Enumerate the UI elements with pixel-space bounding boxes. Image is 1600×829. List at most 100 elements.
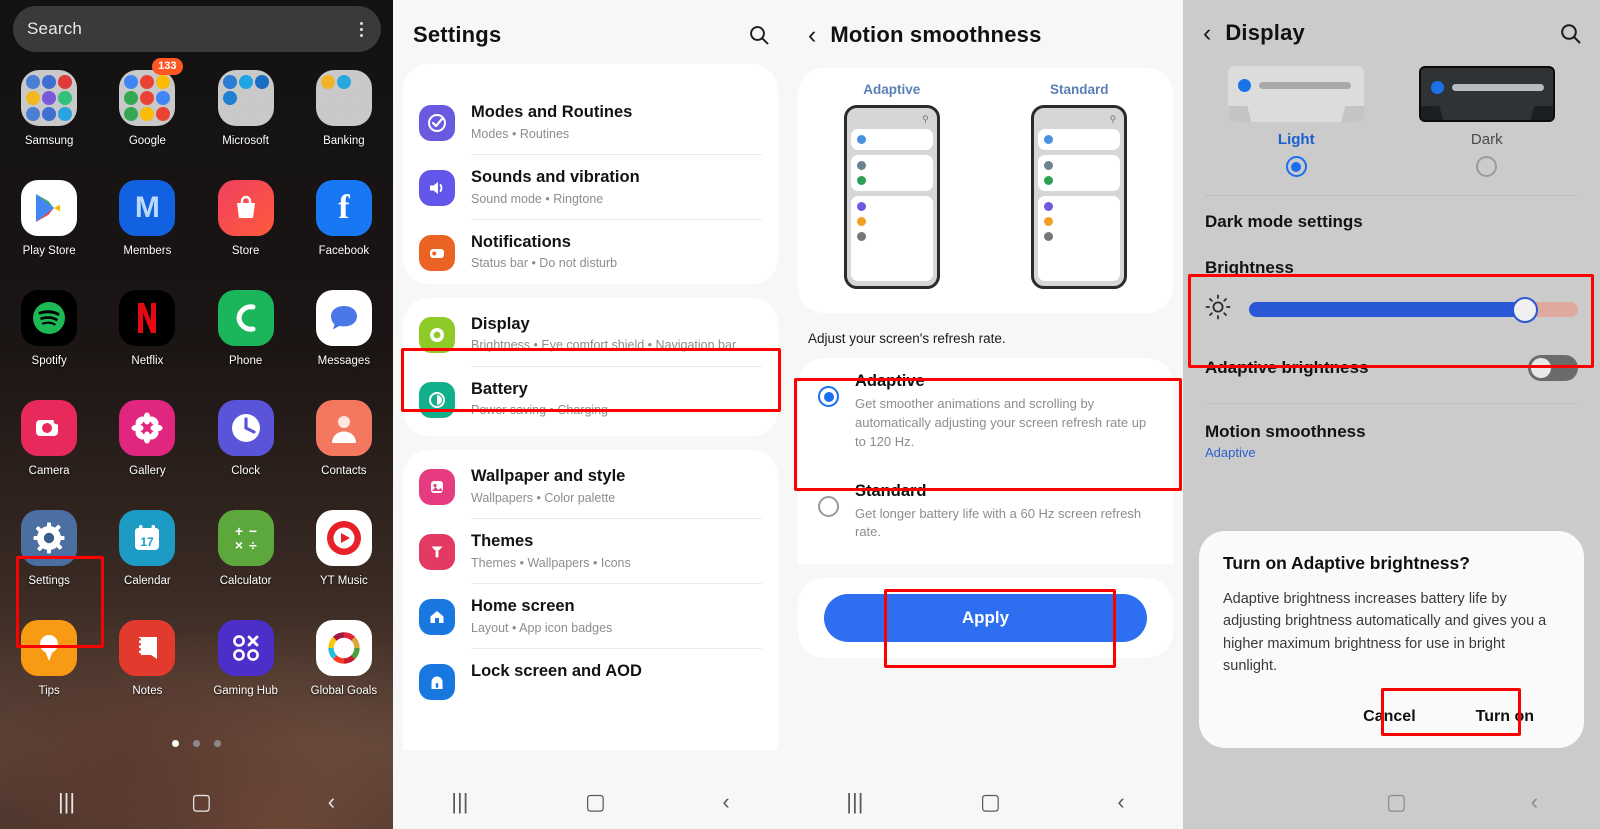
app-label: Calendar [124,575,171,587]
theme-mode-dark[interactable]: Dark [1392,66,1583,177]
page-dot[interactable] [214,740,221,747]
back-button[interactable]: ‹ [722,791,729,813]
option-adaptive[interactable]: Adaptive Get smoother animations and scr… [798,358,1173,468]
global-goals-icon [315,620,372,676]
app-gallery[interactable]: Gallery [98,392,196,502]
settings-item-battery[interactable]: Battery Power saving • Charging [403,367,778,437]
search-icon[interactable] [748,24,770,46]
app-label: Google [128,135,166,147]
app-calculator[interactable]: + − × ÷ Calculator [197,502,295,612]
option-standard[interactable]: Standard Get longer battery life with a … [798,467,1173,565]
settings-item-home-screen[interactable]: Home screen Layout • App icon badges [403,584,778,648]
galaxy-store-icon [217,180,274,236]
app-tips[interactable]: Tips [0,612,98,722]
page-title: Display [1225,20,1305,45]
home-button[interactable]: ▢ [1386,789,1407,815]
app-clock[interactable]: Clock [197,392,295,502]
app-yt-music[interactable]: YT Music [295,502,393,612]
settings-item-title: Battery [471,379,528,398]
app-folder-banking[interactable]: Banking [295,62,393,172]
app-facebook[interactable]: f Facebook [295,172,393,282]
settings-item-notifications[interactable]: Notifications Status bar • Do not distur… [403,220,778,284]
settings-item-themes[interactable]: Themes Themes • Wallpapers • Icons [403,519,778,583]
settings-item-wallpaper-style[interactable]: Wallpaper and style Wallpapers • Color p… [403,450,778,518]
back-chevron-icon[interactable]: ‹ [808,22,816,48]
app-phone[interactable]: Phone [197,282,295,392]
kebab-menu-icon[interactable] [356,18,367,41]
dialog-title: Turn on Adaptive brightness? [1223,553,1470,573]
home-button[interactable]: ▢ [585,791,606,813]
brightness-thumb[interactable] [1512,296,1539,323]
app-global-goals[interactable]: Global Goals [295,612,393,722]
calculator-icon: + − × ÷ [217,510,274,566]
turn-on-button[interactable]: Turn on [1450,696,1560,738]
settings-item-title: Notifications [471,232,571,251]
camera-icon [21,400,78,456]
brightness-track[interactable] [1249,296,1578,323]
app-store[interactable]: Store [197,172,295,282]
apply-button[interactable]: Apply [824,594,1147,643]
brightness-slider[interactable] [1205,294,1578,325]
app-camera[interactable]: Camera [0,392,98,502]
svg-text:×: × [235,537,243,553]
radio-standard[interactable] [818,495,839,517]
search-input[interactable]: Search [27,19,356,39]
facebook-icon: f [315,180,372,236]
preview-caption: Standard [1049,82,1109,97]
sound-icon [419,169,455,206]
app-folder-google[interactable]: 133 Google [98,58,196,172]
app-folder-samsung[interactable]: Samsung [0,62,98,172]
nav-bar: ||| ▢ ‹ [0,775,393,829]
app-label: Spotify [31,355,67,367]
dark-mode-settings-row[interactable]: Dark mode settings [1183,196,1600,248]
app-gaming-hub[interactable]: Gaming Hub [197,612,295,722]
calendar-icon: 17 [119,510,176,566]
radio-adaptive[interactable] [818,386,839,407]
app-folder-microsoft[interactable]: Microsoft [197,62,295,172]
gallery-icon [119,400,176,456]
page-dot[interactable] [193,740,200,747]
motion-smoothness-row[interactable]: Motion smoothness Adaptive [1183,404,1600,476]
back-button[interactable]: ‹ [1531,789,1538,815]
home-button[interactable]: ▢ [191,791,212,813]
settings-item-sounds-vibration[interactable]: Sounds and vibration Sound mode • Ringto… [403,155,778,219]
notes-icon [119,620,176,676]
cancel-button[interactable]: Cancel [1337,696,1441,738]
motion-app-bar: ‹ Motion smoothness [788,0,1183,64]
search-bar[interactable]: Search [13,6,381,52]
option-description: Get longer battery life with a 60 Hz scr… [855,505,1142,540]
recents-button[interactable]: ||| [58,791,75,813]
recents-button[interactable]: ||| [451,791,468,813]
settings-item-modes-routines[interactable]: Modes and Routines Modes • Routines [403,90,778,154]
light-mode-preview-icon [1228,66,1365,122]
back-button[interactable]: ‹ [1117,791,1124,813]
app-notes[interactable]: Notes [98,612,196,722]
battery-icon [419,381,455,418]
app-label: Global Goals [310,685,378,697]
adaptive-brightness-toggle[interactable] [1528,355,1578,381]
app-messages[interactable]: Messages [295,282,393,392]
recents-button[interactable]: ||| [846,791,863,813]
page-title: Settings [413,22,502,47]
page-dot[interactable] [172,740,179,747]
app-netflix[interactable]: Netflix [98,282,196,392]
app-settings[interactable]: Settings [0,502,98,612]
app-contacts[interactable]: Contacts [295,392,393,502]
back-chevron-icon[interactable]: ‹ [1203,20,1211,46]
settings-item-display[interactable]: Display Brightness • Eye comfort shield … [403,298,778,366]
app-spotify[interactable]: Spotify [0,282,98,392]
adaptive-brightness-row[interactable]: Adaptive brightness [1183,345,1600,403]
settings-item-lock-screen-aod[interactable]: Lock screen and AOD [403,649,778,712]
app-play-store[interactable]: Play Store [0,172,98,282]
radio-dark-mode[interactable] [1476,156,1498,177]
theme-mode-light[interactable]: Light [1201,66,1392,177]
home-button[interactable]: ▢ [980,791,1001,813]
back-button[interactable]: ‹ [328,791,335,813]
dialog-buttons: Cancel Turn on [1223,696,1560,738]
app-members[interactable]: M Members [98,172,196,282]
settings-item-subtitle: Wallpapers • Color palette [471,491,616,505]
radio-light-mode[interactable] [1285,156,1307,177]
app-calendar[interactable]: 17 Calendar [98,502,196,612]
brightness-label: Brightness [1205,258,1294,277]
search-icon[interactable] [1559,22,1582,45]
